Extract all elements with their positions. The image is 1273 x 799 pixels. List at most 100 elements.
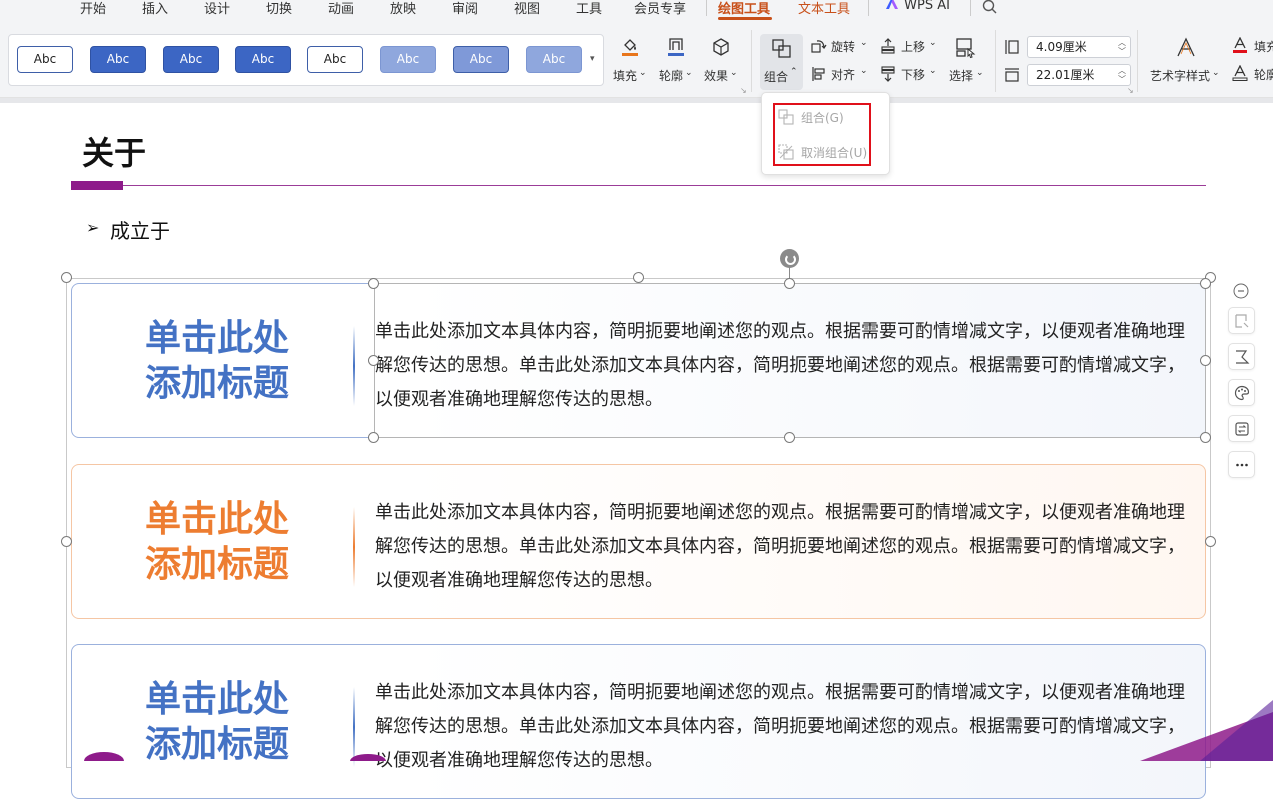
smart-layout-button[interactable] [1228,415,1255,442]
tab-drawing-tools[interactable]: 绘图工具 [718,0,770,17]
text-fill-label: 填充 [1254,40,1273,54]
more-icon [1236,463,1248,467]
slide-title[interactable]: 关于 [82,128,146,174]
menu-bar: 开始 插入 设计 切换 动画 放映 审阅 视图 工具 会员专享 绘图工具 文本工… [0,0,1273,24]
more-options-button[interactable] [1228,451,1255,478]
shape-style-2[interactable]: Abc [90,46,146,73]
bring-forward-button[interactable]: 上移 ⌄ [880,36,940,58]
rotate-label: 旋转 [831,40,856,54]
tab-slideshow[interactable]: 放映 [390,0,416,17]
shape-style-3[interactable]: Abc [163,46,219,73]
shape-style-5[interactable]: Abc [307,46,363,73]
tab-tools[interactable]: 工具 [576,0,602,17]
send-backward-icon [881,66,895,82]
wordart-style-button[interactable]: 艺术字样式 ⌄ [1148,34,1223,90]
width-input[interactable]: 22.01厘米 ︿ ﹀ [1027,64,1131,86]
resize-handle[interactable] [784,432,795,443]
spin-arrows-icon[interactable]: ︿ ﹀ [1118,38,1126,56]
card-heading[interactable]: 单击此处 添加标题 [132,677,302,767]
tab-home[interactable]: 开始 [80,0,106,17]
decorative-circle [84,752,124,761]
effect-button[interactable]: 效果 ⌄ [703,34,739,90]
resize-handle[interactable] [1205,536,1216,547]
shape-outline-button[interactable] [1228,343,1255,370]
width-value: 22.01厘米 [1036,68,1095,82]
tab-view[interactable]: 视图 [514,0,540,17]
card-heading[interactable]: 单击此处 添加标题 [132,497,302,587]
outline-button[interactable]: 轮廓 ⌄ [658,34,694,90]
dialog-launcher-icon[interactable]: ↘ [1127,86,1134,95]
tab-animation[interactable]: 动画 [328,0,354,17]
rotate-handle-icon[interactable] [780,249,799,268]
menu-divider [706,0,707,16]
dialog-launcher-icon[interactable]: ↘ [740,86,747,95]
resize-handle[interactable] [784,278,795,289]
card-body-text[interactable]: 单击此处添加文本具体内容，简明扼要地阐述您的观点。根据需要可酌情增减文字，以便观… [375,496,1201,598]
ribbon-divider [751,30,752,92]
spin-arrows-icon[interactable]: ︿ ﹀ [1118,66,1126,84]
send-backward-label: 下移 [901,68,926,82]
align-icon [812,67,825,81]
search-icon[interactable] [982,0,998,15]
resize-handle[interactable] [368,278,379,289]
collapse-toolbar-button[interactable] [1228,278,1255,305]
text-outline-button[interactable]: 轮廓 [1232,64,1273,86]
effect-cube-icon [713,38,729,56]
card-divider [353,507,355,587]
bullet-text[interactable]: 成立于 [110,215,170,244]
shape-style-1[interactable]: Abc [17,46,73,73]
align-label: 对齐 [831,68,856,82]
shape-style-8[interactable]: Abc [526,46,582,73]
card-heading-line1: 单击此处 [144,318,289,359]
card-body-text[interactable]: 单击此处添加文本具体内容，简明扼要地阐述您的观点。根据需要可酌情增减文字，以便观… [375,676,1201,778]
tab-transition[interactable]: 切换 [266,0,292,17]
resize-handle[interactable] [61,536,72,547]
effect-label: 效果 [704,69,729,83]
send-backward-button[interactable]: 下移 ⌄ [880,64,940,86]
tab-text-tools[interactable]: 文本工具 [798,0,850,17]
color-palette-button[interactable] [1228,379,1255,406]
card-heading[interactable]: 单击此处 添加标题 [132,316,302,406]
content-card[interactable]: 单击此处 添加标题 单击此处添加文本具体内容，简明扼要地阐述您的观点。根据需要可… [71,464,1206,619]
content-card[interactable]: 单击此处 添加标题 单击此处添加文本具体内容，简明扼要地阐述您的观点。根据需要可… [71,644,1206,799]
ribbon-divider [1137,30,1138,92]
outline-shape-icon [1236,350,1250,364]
tab-member[interactable]: 会员专享 [634,0,686,17]
outline-label: 轮廓 [659,69,684,83]
decorative-triangle [1140,700,1273,761]
resize-handle[interactable] [368,432,379,443]
shape-style-4[interactable]: Abc [235,46,291,73]
group-button[interactable]: 组合 ⌃ [760,34,803,90]
card-heading-line2: 添加标题 [144,544,289,585]
shape-edit-button[interactable] [1228,307,1255,334]
resize-handle[interactable] [633,272,644,283]
styles-more-icon[interactable]: ▾ [590,54,595,64]
tab-insert[interactable]: 插入 [142,0,168,17]
align-button[interactable]: 对齐 ⌄ [810,64,870,86]
group-icon [772,39,791,58]
resize-handle[interactable] [1200,432,1211,443]
highlight-box [773,103,871,166]
text-fill-button[interactable]: 填充 [1232,36,1273,58]
resize-handle[interactable] [61,272,72,283]
rotate-button[interactable]: 旋转 ⌄ [810,36,870,58]
select-button[interactable]: 选择 ⌄ [946,34,988,90]
resize-handle[interactable] [1200,278,1211,289]
height-icon [1005,40,1019,54]
shape-style-6[interactable]: Abc [380,46,436,73]
height-input[interactable]: 4.09厘米 ︿ ﹀ [1027,36,1131,58]
fill-button[interactable]: 填充 ⌄ [612,34,648,90]
fill-label: 填充 [613,69,638,83]
chevron-down-icon: ⌄ [860,38,868,48]
height-value: 4.09厘米 [1036,40,1087,54]
resize-handle[interactable] [1200,355,1211,366]
tab-wps-ai[interactable]: WPS AI [884,0,950,13]
tab-review[interactable]: 审阅 [452,0,478,17]
ribbon: Abc Abc Abc Abc Abc Abc Abc Abc ▾ 填充 ⌄ 轮… [0,24,1273,98]
resize-handle[interactable] [368,355,379,366]
bring-forward-label: 上移 [901,40,926,54]
card-heading-line2: 添加标题 [144,724,289,765]
card-heading-line2: 添加标题 [144,363,289,404]
shape-style-7[interactable]: Abc [453,46,509,73]
tab-design[interactable]: 设计 [204,0,230,17]
